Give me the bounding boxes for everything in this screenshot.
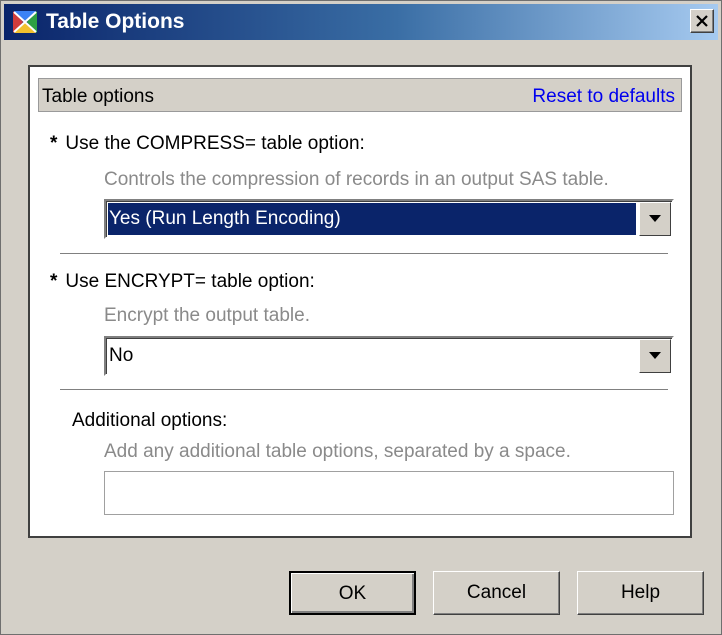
additional-options-label: Additional options: xyxy=(72,410,228,431)
help-button[interactable]: Help xyxy=(577,571,704,615)
additional-options-description: Add any additional table options, separa… xyxy=(104,441,571,462)
compress-description: Controls the compression of records in a… xyxy=(104,169,609,190)
compress-dropdown-button[interactable] xyxy=(639,202,671,236)
compress-selected-value: Yes (Run Length Encoding) xyxy=(108,203,636,235)
close-icon xyxy=(696,15,708,27)
additional-options-input[interactable] xyxy=(104,471,674,515)
chevron-down-icon xyxy=(649,215,661,222)
encrypt-selected-value: No xyxy=(109,345,134,366)
table-options-app-icon xyxy=(12,10,38,34)
section-divider xyxy=(60,389,668,390)
close-button[interactable] xyxy=(690,9,714,33)
encrypt-description: Encrypt the output table. xyxy=(104,305,310,326)
encrypt-select[interactable]: No xyxy=(104,336,674,376)
encrypt-option-label: * Use ENCRYPT= table option: xyxy=(50,271,315,293)
chevron-down-icon xyxy=(649,352,661,359)
compress-select[interactable]: Yes (Run Length Encoding) xyxy=(104,199,674,239)
window-title: Table Options xyxy=(46,10,185,33)
section-title: Table options xyxy=(42,86,154,107)
required-asterisk: * xyxy=(50,133,58,154)
ok-button[interactable]: OK xyxy=(289,571,416,615)
title-bar[interactable]: Table Options xyxy=(4,4,718,40)
encrypt-dropdown-button[interactable] xyxy=(639,339,671,373)
cancel-button[interactable]: Cancel xyxy=(433,571,560,615)
compress-option-label: * Use the COMPRESS= table option: xyxy=(50,133,365,155)
compress-label-text: Use the COMPRESS= table option: xyxy=(65,133,365,154)
section-divider xyxy=(60,253,668,254)
options-panel: Table options Reset to defaults * Use the… xyxy=(28,65,692,538)
reset-to-defaults-link[interactable]: Reset to defaults xyxy=(532,86,675,108)
encrypt-label-text: Use ENCRYPT= table option: xyxy=(65,271,315,292)
table-options-dialog: Table Options Table options Reset to def… xyxy=(0,0,722,635)
required-asterisk: * xyxy=(50,271,58,292)
section-header: Table options Reset to defaults xyxy=(38,78,682,112)
